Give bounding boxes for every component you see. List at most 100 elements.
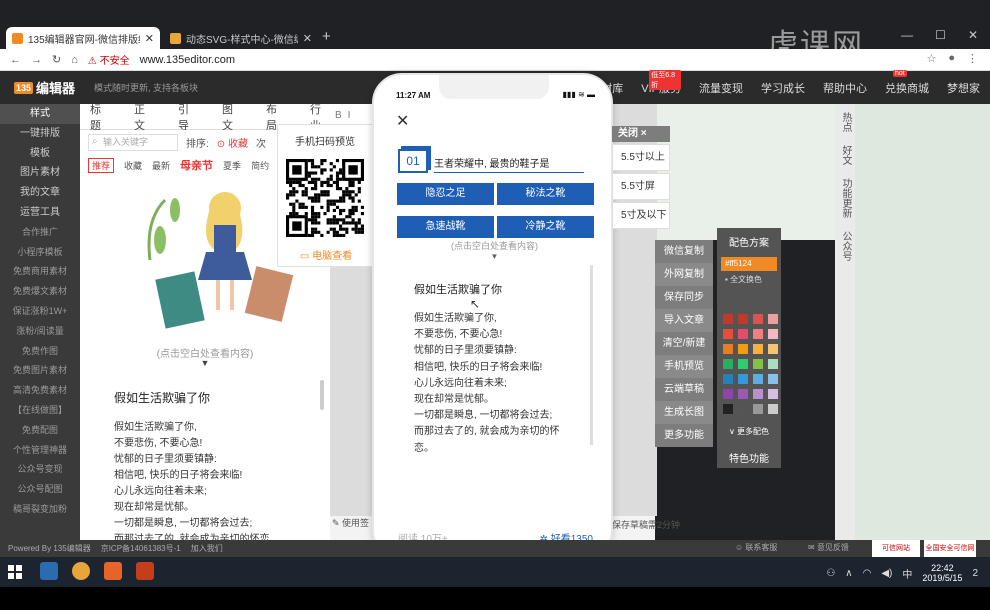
color-swatch[interactable] [753, 329, 763, 339]
scrollbar[interactable] [320, 380, 324, 410]
sidebar-item[interactable]: 我的文章 [0, 183, 80, 203]
close-preview-icon[interactable]: ✕ [396, 111, 409, 131]
function-menu-item[interactable]: 生成长图 [655, 401, 713, 424]
volume-icon[interactable]: ◀) [881, 568, 892, 579]
color-swatch[interactable] [768, 344, 778, 354]
app-icon[interactable] [40, 562, 58, 580]
sidebar-item[interactable]: 合作推广 [0, 223, 80, 243]
color-swatch[interactable] [768, 374, 778, 384]
right-bar-item[interactable]: 公众号 [835, 231, 855, 266]
sidebar-item[interactable]: 公众号配图 [0, 480, 80, 500]
color-swatch[interactable] [753, 389, 763, 399]
secure-site-badge[interactable]: 全国安全可信网站 [924, 540, 976, 569]
sidebar-item[interactable]: 稿哥裂变加粉 [0, 500, 80, 520]
color-swatch[interactable] [738, 359, 748, 369]
sidebar-item[interactable]: 免费爆文素材 [0, 282, 80, 302]
poem-body[interactable]: 假如生活欺骗了你, 不要悲伤, 不要心急! 忧郁的日子里须要镇静: 相信吧, 快乐的日… [114, 420, 270, 540]
color-hex-input[interactable]: #ff5124 [721, 257, 777, 271]
color-swatch[interactable] [723, 314, 733, 324]
filter-simple[interactable]: 简约 [251, 159, 269, 172]
close-size-panel-button[interactable]: 关闭 × [612, 126, 670, 142]
tab-guide[interactable]: 引导 [178, 101, 198, 133]
extension-icon[interactable]: ● [948, 52, 955, 65]
function-menu-item[interactable]: 更多功能 [655, 424, 713, 447]
bold-button[interactable]: B [335, 110, 342, 121]
size-option[interactable]: 5寸及以下 [612, 202, 670, 229]
color-swatch[interactable] [738, 404, 748, 414]
nav-item-user[interactable]: 梦想家 [947, 80, 980, 96]
right-bar-item[interactable]: 功能更新 [835, 178, 855, 223]
sidebar-item[interactable]: 免费配图 [0, 421, 80, 441]
sidebar-item[interactable]: 一键排版 [0, 124, 80, 144]
trusted-site-badge[interactable]: 可信网站 [872, 540, 920, 557]
right-bar-item[interactable]: 热点 [835, 112, 855, 137]
search-input[interactable]: 输入关键字 [88, 134, 178, 151]
color-swatch[interactable] [738, 329, 748, 339]
sidebar-item[interactable]: 涨粉/阅读量 [0, 322, 80, 342]
function-menu-item[interactable]: 外网复制 [655, 263, 713, 286]
color-swatch[interactable] [768, 404, 778, 414]
sidebar-item[interactable]: 高清免费素材 [0, 381, 80, 401]
filter-favorites[interactable]: 收藏 [124, 159, 142, 172]
reload-icon[interactable]: ↻ [52, 53, 61, 66]
color-swatch[interactable] [723, 329, 733, 339]
nav-item-vip[interactable]: 低至6.8折VIP服务 [641, 69, 681, 96]
color-swatch[interactable] [753, 344, 763, 354]
sidebar-item[interactable]: 个性管理神器 [0, 441, 80, 461]
minimize-icon[interactable]: — [901, 28, 913, 42]
site-logo[interactable]: 135 编辑器 [0, 78, 80, 97]
clock[interactable]: 22:42 2019/5/15 [922, 563, 962, 583]
powerpoint-icon[interactable] [136, 562, 154, 580]
up-arrow-icon[interactable]: ∧ [845, 568, 852, 579]
filter-latest[interactable]: 最新 [152, 159, 170, 172]
more-colors-link[interactable]: ∨ 更多配色 [717, 426, 781, 437]
phone-scrollbar[interactable] [590, 265, 593, 445]
function-menu-item[interactable]: 云端草稿 [655, 378, 713, 401]
home-icon[interactable]: ⌂ [71, 54, 78, 66]
chrome-icon[interactable] [72, 562, 90, 580]
right-bar-item[interactable]: 好文 [835, 145, 855, 170]
browser-tab-135editor[interactable]: 135编辑器官网-微信排版编辑器 ✕ [6, 27, 160, 49]
color-swatch[interactable] [753, 374, 763, 384]
sidebar-item[interactable]: 运营工具 [0, 203, 80, 223]
notification-icon[interactable]: 2 [972, 568, 978, 579]
color-swatch[interactable] [768, 359, 778, 369]
join-us-link[interactable]: 加入我们 [191, 543, 223, 554]
sidebar-item[interactable]: 小程序模板 [0, 243, 80, 263]
back-icon[interactable]: ← [10, 54, 21, 66]
sort-extra[interactable]: 次 [256, 135, 266, 150]
url-field[interactable]: www.135editor.com [140, 54, 235, 66]
sidebar-item[interactable]: 免费作图 [0, 342, 80, 362]
windows-start-icon[interactable] [8, 565, 22, 579]
sidebar-item[interactable]: 样式 [0, 104, 80, 124]
sidebar-item[interactable]: 公众号变现 [0, 460, 80, 480]
color-swatch[interactable] [723, 344, 733, 354]
size-option[interactable]: 5.5寸屏 [612, 173, 670, 200]
color-swatch[interactable] [753, 314, 763, 324]
color-swatch[interactable] [768, 329, 778, 339]
maximize-icon[interactable]: ☐ [935, 28, 946, 42]
sidebar-item[interactable]: 免费图片素材 [0, 361, 80, 381]
function-menu-item[interactable]: 微信复制 [655, 240, 713, 263]
sort-favorites[interactable]: ⊙ 收藏 [217, 135, 248, 150]
color-swatch[interactable] [768, 314, 778, 324]
filter-recommend[interactable]: 推荐 [88, 157, 115, 173]
color-swatch[interactable] [738, 344, 748, 354]
feedback-link[interactable]: ✉ 意见反馈 [808, 542, 849, 553]
color-swatch[interactable] [768, 389, 778, 399]
tab-title[interactable]: 标题 [90, 101, 110, 133]
color-swatch[interactable] [753, 404, 763, 414]
color-swatch[interactable] [738, 374, 748, 384]
option-button[interactable]: 冷静之靴 [497, 216, 594, 238]
browser-tab-svg[interactable]: 动态SVG-样式中心-微信编辑平台 ✕ [164, 27, 318, 49]
special-features-button[interactable]: 特色功能 [717, 450, 781, 465]
star-icon[interactable]: ☆ [926, 52, 936, 65]
function-menu-item[interactable]: 保存同步 [655, 286, 713, 309]
tab-body[interactable]: 正文 [134, 101, 154, 133]
filter-summer[interactable]: 夏季 [223, 159, 241, 172]
tab-image-text[interactable]: 图文 [222, 101, 242, 133]
function-menu-item[interactable]: 导入文章 [655, 309, 713, 332]
sidebar-item[interactable]: 模板 [0, 144, 80, 164]
italic-button[interactable]: I [348, 110, 351, 121]
sidebar-item[interactable]: 免费商用素材 [0, 262, 80, 282]
